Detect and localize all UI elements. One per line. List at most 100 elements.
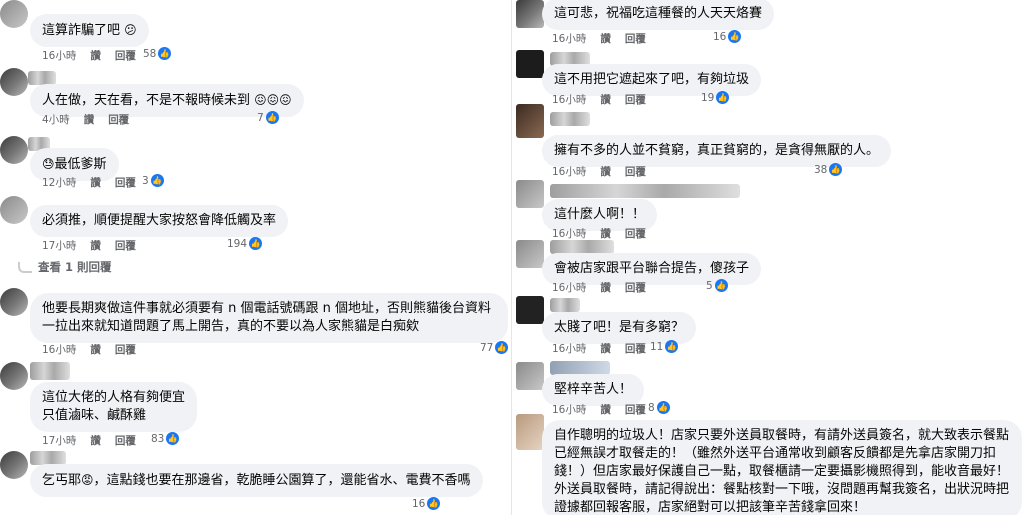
like-count: 7 [257, 111, 264, 124]
avatar[interactable] [516, 0, 544, 28]
avatar[interactable] [0, 362, 28, 390]
like-count: 77 [480, 341, 494, 354]
timestamp[interactable]: 17小時 [42, 240, 76, 252]
timestamp[interactable]: 16小時 [552, 94, 586, 106]
avatar[interactable] [516, 362, 544, 390]
left-comment-column: 這算詐騙了吧 😕 16小時讚回覆 58 👍 人在做，天在看，不是不報時候未到 😖😖… [0, 0, 512, 515]
comment-text-continued: ，這點錢也要在那邊省，乾脆睡公園算了，還能省水、電費不香嗎 [93, 473, 471, 488]
like-link[interactable]: 讚 [600, 94, 611, 106]
like-count: 38 [814, 163, 828, 176]
like-reaction-icon: 👍 [249, 237, 263, 250]
like-reaction-icon: 👍 [728, 30, 742, 43]
comment-bubble: 這位大佬的人格有夠便宜 只值滷味、鹹酥雞 [30, 382, 198, 432]
comment-meta: 16小時 讚 回覆 [552, 164, 660, 179]
avatar[interactable] [516, 240, 544, 268]
like-count: 16 [412, 497, 426, 510]
avatar[interactable] [0, 136, 28, 164]
avatar[interactable] [0, 196, 28, 224]
reaction-count[interactable]: 16 👍 [713, 30, 742, 43]
like-link[interactable]: 讚 [84, 114, 95, 126]
like-link[interactable]: 讚 [600, 33, 611, 45]
reply-link[interactable]: 回覆 [625, 228, 646, 240]
reply-link[interactable]: 回覆 [115, 344, 136, 356]
reaction-count[interactable]: 58 👍 [143, 47, 172, 60]
comment-text: 自作聰明的垃圾人！店家只要外送員取餐時，有請外送員簽名，就大致表示餐點已經無誤才… [554, 428, 1010, 515]
like-link[interactable]: 讚 [90, 240, 101, 252]
comment-meta: 16小時 讚 回覆 [42, 342, 150, 357]
timestamp[interactable]: 12小時 [42, 177, 76, 189]
like-count: 194 [227, 237, 248, 250]
view-replies-link[interactable]: 查看 1 則回覆 [18, 259, 112, 275]
right-comment-column: 這可悲，祝福吃這種餐的人天天烙賽 16小時讚回覆 16 👍 這不用把它遮起來了吧，… [512, 0, 1024, 515]
blurred-username [28, 71, 56, 85]
timestamp[interactable]: 16小時 [552, 343, 586, 355]
avatar[interactable] [516, 414, 544, 450]
reaction-count[interactable]: 77 👍 [480, 341, 509, 354]
like-count: 11 [650, 340, 664, 353]
like-link[interactable]: 讚 [90, 177, 101, 189]
reply-link[interactable]: 回覆 [115, 50, 136, 62]
blurred-username [550, 298, 580, 312]
comment-text: 擁有不多的人並不貧窮，真正貧窮的，是貪得無厭的人。 [554, 143, 880, 158]
blurred-username [550, 184, 740, 198]
like-link[interactable]: 讚 [90, 50, 101, 62]
blurred-username [30, 451, 66, 465]
reply-link[interactable]: 回覆 [108, 114, 129, 126]
avatar[interactable] [0, 451, 28, 479]
reaction-count[interactable]: 5 👍 [706, 279, 728, 292]
reply-link[interactable]: 回覆 [625, 94, 646, 106]
reply-link[interactable]: 回覆 [625, 404, 646, 416]
avatar[interactable] [0, 288, 28, 316]
reply-link[interactable]: 回覆 [115, 177, 136, 189]
reply-link[interactable]: 回覆 [625, 282, 646, 294]
reaction-count[interactable]: 3 👍 [142, 174, 164, 187]
avatar[interactable] [516, 180, 544, 208]
reaction-count[interactable]: 16 👍 [412, 497, 441, 510]
timestamp[interactable]: 16小時 [42, 50, 76, 62]
comment-text: 人在做，天在看，不是不報時候未到 [42, 93, 251, 108]
reaction-count[interactable]: 8 👍 [648, 401, 670, 414]
reaction-count[interactable]: 38 👍 [814, 163, 843, 176]
like-reaction-icon: 👍 [158, 47, 172, 60]
reaction-count[interactable]: 83 👍 [151, 432, 180, 445]
reaction-count[interactable]: 194 👍 [227, 237, 263, 250]
timestamp[interactable]: 4小時 [42, 114, 70, 126]
timestamp[interactable]: 16小時 [552, 166, 586, 178]
avatar[interactable] [0, 68, 28, 96]
avatar[interactable] [0, 0, 28, 28]
reply-link[interactable]: 回覆 [625, 343, 646, 355]
like-link[interactable]: 讚 [600, 404, 611, 416]
avatar[interactable] [516, 50, 544, 78]
avatar[interactable] [516, 296, 544, 324]
timestamp[interactable]: 16小時 [42, 344, 76, 356]
like-count: 16 [713, 30, 727, 43]
comment-text: 最低爹斯 [54, 157, 107, 172]
timestamp[interactable]: 17小時 [42, 435, 76, 447]
like-link[interactable]: 讚 [600, 228, 611, 240]
timestamp[interactable]: 16小時 [552, 228, 586, 240]
comment-text: 他要長期爽做這件事就必須要有 n 個電話號碼跟 n 個地址，否則熊貓後台資料一拉… [42, 301, 492, 334]
like-reaction-icon: 👍 [716, 91, 730, 104]
reply-link[interactable]: 回覆 [115, 435, 136, 447]
reply-link[interactable]: 回覆 [115, 240, 136, 252]
like-link[interactable]: 讚 [600, 166, 611, 178]
reaction-count[interactable]: 7 👍 [257, 111, 279, 124]
like-reaction-icon: 👍 [495, 341, 509, 354]
comment-text: 這算詐騙了吧 [42, 23, 121, 38]
like-link[interactable]: 讚 [600, 343, 611, 355]
like-link[interactable]: 讚 [90, 435, 101, 447]
like-reaction-icon: 👍 [265, 111, 279, 124]
reply-link[interactable]: 回覆 [625, 33, 646, 45]
like-link[interactable]: 讚 [90, 344, 101, 356]
like-count: 3 [142, 174, 149, 187]
like-link[interactable]: 讚 [600, 282, 611, 294]
reaction-count[interactable]: 19 👍 [701, 91, 730, 104]
avatar[interactable] [516, 104, 544, 138]
timestamp[interactable]: 16小時 [552, 404, 586, 416]
like-count: 83 [151, 432, 165, 445]
reaction-count[interactable]: 11 👍 [650, 340, 679, 353]
like-reaction-icon: 👍 [665, 340, 679, 353]
timestamp[interactable]: 16小時 [552, 33, 586, 45]
reply-link[interactable]: 回覆 [625, 166, 646, 178]
timestamp[interactable]: 16小時 [552, 282, 586, 294]
